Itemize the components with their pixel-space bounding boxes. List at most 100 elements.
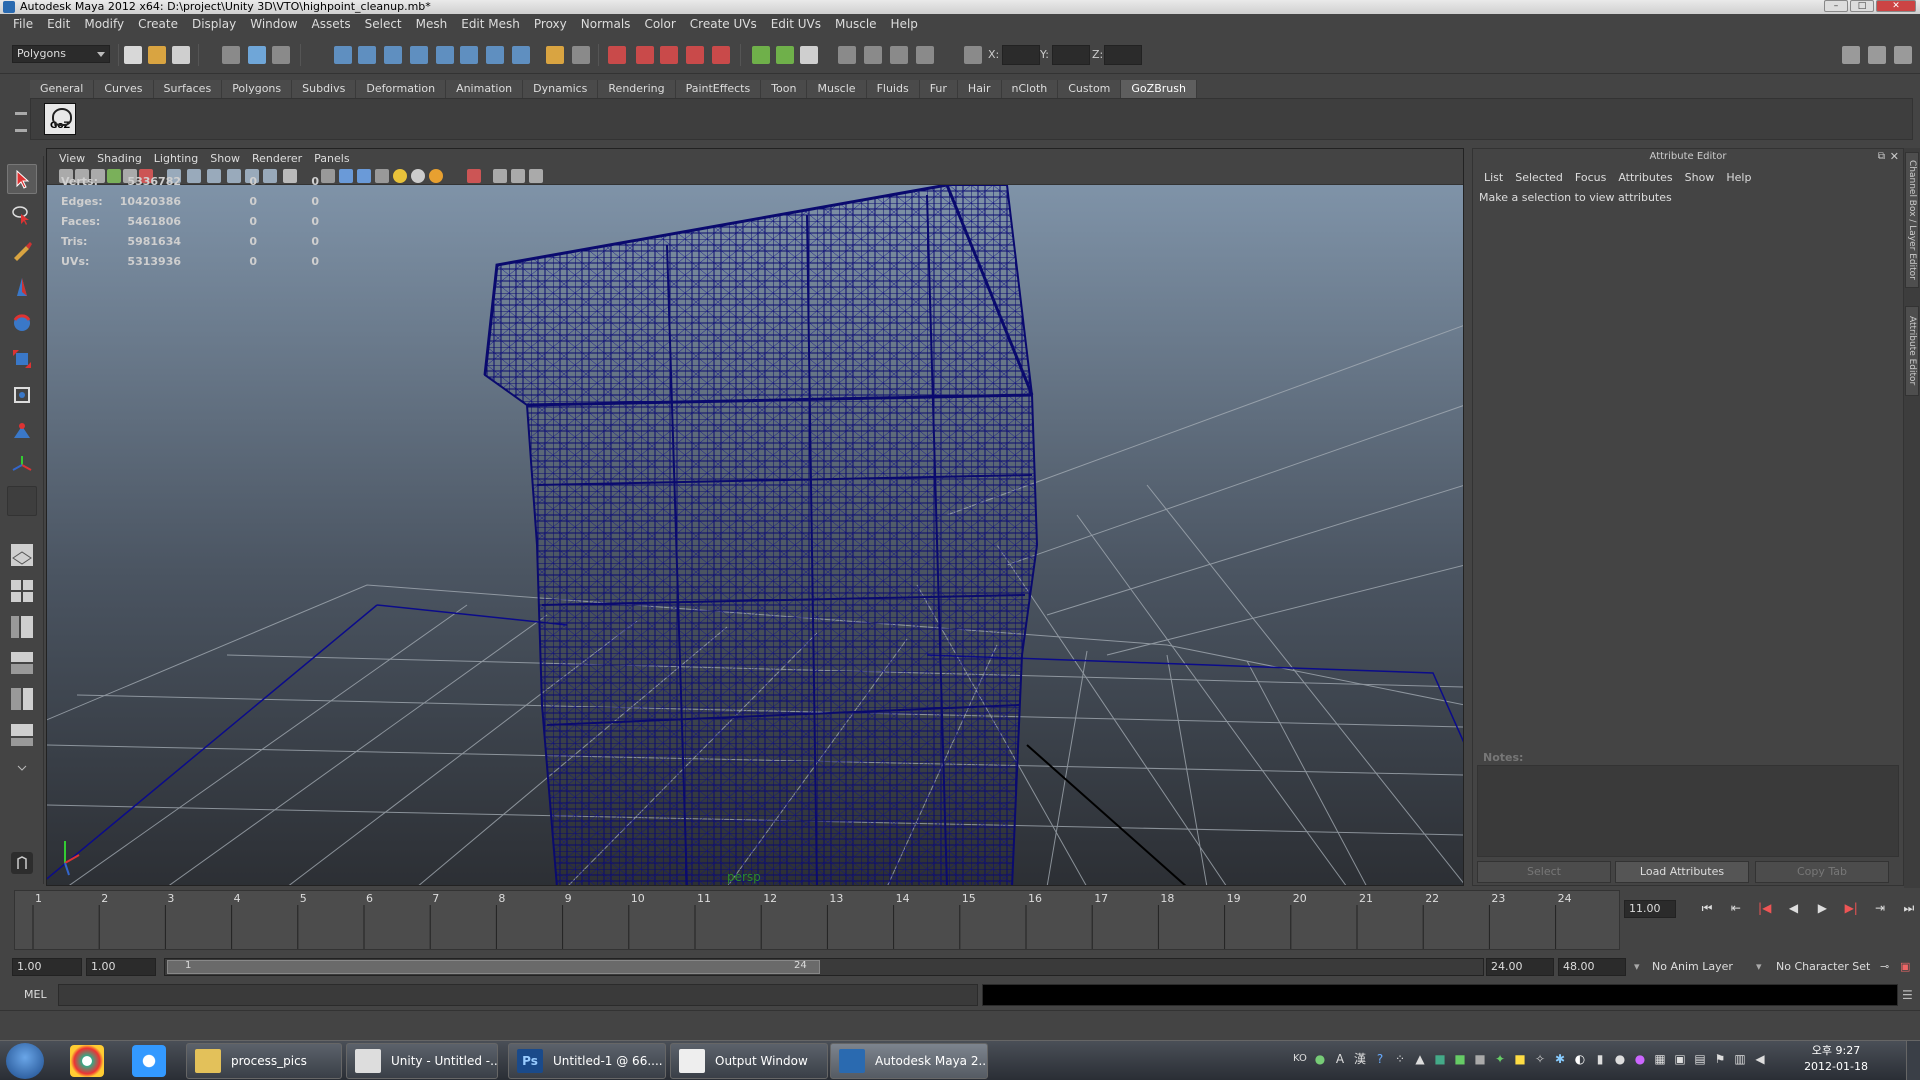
- shelf-tab-surfaces[interactable]: Surfaces: [153, 80, 223, 98]
- task-output-window[interactable]: Output Window: [670, 1043, 828, 1079]
- show-manipulator-icon[interactable]: [7, 450, 37, 480]
- menu-edit[interactable]: Edit: [40, 14, 77, 34]
- transform-mode-icon[interactable]: [916, 46, 934, 64]
- character-set-dropdown[interactable]: No Character Set: [1776, 960, 1870, 973]
- playback-end-field[interactable]: 24.00: [1486, 958, 1554, 976]
- outliner-layout-icon[interactable]: [7, 612, 37, 642]
- shelf-tab-animation[interactable]: Animation: [446, 80, 524, 98]
- shelf-tab-dynamics[interactable]: Dynamics: [523, 80, 599, 98]
- manipulator-tool-icon[interactable]: [7, 380, 37, 410]
- menu-file[interactable]: File: [6, 14, 40, 34]
- isolate-select-icon[interactable]: [467, 169, 481, 183]
- select-button[interactable]: Select: [1477, 861, 1611, 883]
- ipr-icon[interactable]: [890, 46, 908, 64]
- tray-app-icon[interactable]: ✱: [1552, 1051, 1568, 1067]
- step-back-frame-icon[interactable]: |◀: [1754, 898, 1776, 918]
- layout-more-icon[interactable]: [7, 760, 37, 776]
- end-time-field[interactable]: 48.00: [1558, 958, 1626, 976]
- range-slider-handle[interactable]: [167, 960, 821, 974]
- close-button[interactable]: ✕: [1876, 0, 1916, 12]
- viewport-menu-renderer[interactable]: Renderer: [246, 152, 308, 165]
- play-backwards-icon[interactable]: ◀: [1783, 898, 1805, 918]
- xray-joints-icon[interactable]: [511, 169, 525, 183]
- notes-textarea[interactable]: [1477, 765, 1899, 857]
- tray-app-icon[interactable]: ■: [1432, 1051, 1448, 1067]
- hypershade-icon[interactable]: [686, 46, 704, 64]
- menu-edit-mesh[interactable]: Edit Mesh: [454, 14, 527, 34]
- menu-display[interactable]: Display: [185, 14, 243, 34]
- load-attributes-button[interactable]: Load Attributes: [1615, 861, 1749, 883]
- chrome-icon[interactable]: [70, 1045, 104, 1077]
- ime-hanja-indicator[interactable]: 漢: [1352, 1051, 1368, 1067]
- anim-layer-dropdown-arrow[interactable]: ▾: [1634, 960, 1640, 973]
- paint-select-tool-icon[interactable]: [7, 236, 37, 266]
- y-field[interactable]: [1052, 45, 1090, 65]
- step-forward-frame-icon[interactable]: ▶|: [1840, 898, 1862, 918]
- render-globals-icon[interactable]: [712, 46, 730, 64]
- snap-grid-icon[interactable]: [334, 46, 352, 64]
- attr-menu-list[interactable]: List: [1479, 171, 1510, 184]
- shelf-tab-toon[interactable]: Toon: [761, 80, 808, 98]
- shelf-tab-custom[interactable]: Custom: [1058, 80, 1122, 98]
- ime-alpha-indicator[interactable]: A: [1332, 1051, 1348, 1067]
- shelf-tab-painteffects[interactable]: PaintEffects: [675, 80, 762, 98]
- new-scene-icon[interactable]: [124, 46, 142, 64]
- show-desktop-button[interactable]: [1906, 1041, 1920, 1080]
- menu-window[interactable]: Window: [243, 14, 304, 34]
- toggle-tool-settings-icon[interactable]: [1868, 46, 1886, 64]
- shelf-tab-polygons[interactable]: Polygons: [222, 80, 293, 98]
- ime-options-icon[interactable]: ⁘: [1392, 1051, 1408, 1067]
- smooth-shade-icon[interactable]: [339, 169, 353, 183]
- xray-icon[interactable]: [493, 169, 507, 183]
- select-hierarchy-icon[interactable]: [222, 46, 240, 64]
- channel-box-tab[interactable]: Channel Box / Layer Editor: [1905, 152, 1919, 288]
- snap-curve-icon[interactable]: [358, 46, 376, 64]
- tray-app-icon[interactable]: ▦: [1652, 1051, 1668, 1067]
- attr-menu-help[interactable]: Help: [1721, 171, 1758, 184]
- show-attr-editor-icon[interactable]: [752, 46, 770, 64]
- step-back-key-icon[interactable]: ⇤: [1725, 898, 1747, 918]
- scene-view[interactable]: persp: [47, 185, 1464, 886]
- scale-tool-icon[interactable]: [7, 344, 37, 374]
- shelf-tab-general[interactable]: General: [30, 80, 95, 98]
- render-region-icon[interactable]: [838, 46, 856, 64]
- render-settings-icon[interactable]: [660, 46, 678, 64]
- menu-normals[interactable]: Normals: [574, 14, 638, 34]
- volume-icon[interactable]: ◀: [1752, 1051, 1768, 1067]
- single-pane-layout-icon[interactable]: [7, 540, 37, 570]
- copy-tab-button[interactable]: Copy Tab: [1755, 861, 1889, 883]
- wireframe-icon[interactable]: [321, 169, 335, 183]
- taskbar-clock[interactable]: 오후 9:27 2012-01-18: [1804, 1043, 1868, 1075]
- lock-icon[interactable]: [546, 46, 564, 64]
- perspective-viewport[interactable]: View Shading Lighting Show Renderer Pane…: [46, 148, 1464, 886]
- play-forwards-icon[interactable]: ▶: [1811, 898, 1833, 918]
- menu-edit-uvs[interactable]: Edit UVs: [764, 14, 828, 34]
- menu-create-uvs[interactable]: Create UVs: [683, 14, 764, 34]
- tray-app-icon[interactable]: ●: [1632, 1051, 1648, 1067]
- attr-menu-show[interactable]: Show: [1680, 171, 1722, 184]
- shelf-tab-gozbrush[interactable]: GoZBrush: [1121, 80, 1197, 98]
- ipr-render-icon[interactable]: [636, 46, 654, 64]
- use-all-lights-icon[interactable]: [393, 169, 407, 183]
- graph-layout-icon[interactable]: [7, 648, 37, 678]
- toggle-channel-box-icon[interactable]: [1894, 46, 1912, 64]
- show-tool-settings-icon[interactable]: [776, 46, 794, 64]
- quick-layout-icon[interactable]: [7, 848, 37, 878]
- default-light-icon[interactable]: [429, 169, 443, 183]
- command-input[interactable]: [58, 984, 978, 1006]
- network-icon[interactable]: ▮: [1592, 1051, 1608, 1067]
- menu-mesh[interactable]: Mesh: [409, 14, 455, 34]
- four-pane-layout-icon[interactable]: [7, 576, 37, 606]
- attr-menu-attributes[interactable]: Attributes: [1613, 171, 1679, 184]
- last-tool-slot[interactable]: [7, 486, 37, 516]
- shelf-tab-subdivs[interactable]: Subdivs: [292, 80, 357, 98]
- wireframe-on-shaded-icon[interactable]: [357, 169, 371, 183]
- internet-explorer-icon[interactable]: [132, 1045, 166, 1077]
- start-time-field[interactable]: 1.00: [12, 958, 82, 976]
- shelf-tab-hair[interactable]: Hair: [957, 80, 1002, 98]
- menu-select[interactable]: Select: [358, 14, 409, 34]
- goz-button[interactable]: GoZ: [44, 103, 76, 135]
- select-object-icon[interactable]: [248, 46, 266, 64]
- shelf-tab-curves[interactable]: Curves: [94, 80, 154, 98]
- ime-mode-icon[interactable]: ●: [1312, 1051, 1328, 1067]
